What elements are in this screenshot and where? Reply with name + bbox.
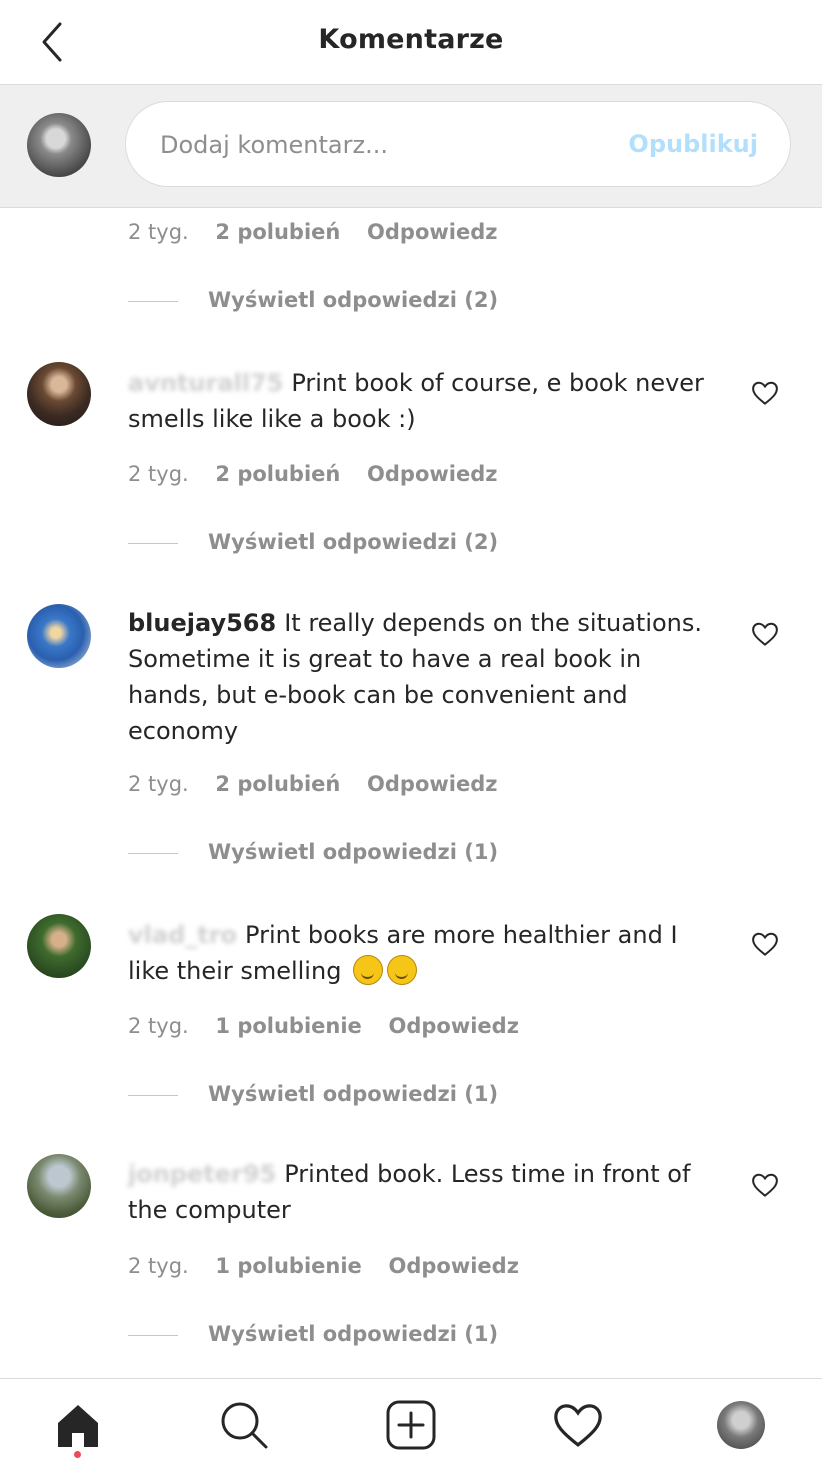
home-icon [58,1405,98,1447]
smiling-emoji-icon [387,955,418,985]
comment-time: 2 tyg. [128,772,189,796]
grinning-emoji-icon [353,955,384,985]
view-replies-label: Wyświetl odpowiedzi (2) [208,530,499,554]
publish-button[interactable]: Opublikuj [628,130,758,158]
heart-icon[interactable] [750,1170,780,1200]
reply-button[interactable]: Odpowiedz [388,1254,518,1278]
reply-button[interactable]: Odpowiedz [367,462,497,486]
comment-time: 2 tyg. [128,1254,189,1278]
view-replies-button[interactable]: Wyświetl odpowiedzi (1) [128,840,498,864]
view-replies-label: Wyświetl odpowiedzi (1) [208,840,499,864]
reply-button[interactable]: Odpowiedz [367,220,497,244]
comment-likes[interactable]: 1 polubienie [215,1014,361,1038]
comment-text: vlad_tro Print books are more healthier a… [128,917,708,989]
comment-time: 2 tyg. [128,462,189,486]
comment-username[interactable]: vlad_tro [128,921,237,949]
comment-likes[interactable]: 1 polubienie [215,1254,361,1278]
avatar[interactable] [27,604,91,668]
comment-text: bluejay568 It really depends on the situa… [128,605,708,749]
view-replies-button[interactable]: Wyświetl odpowiedzi (2) [128,288,498,312]
comment-input[interactable] [158,126,622,164]
nav-search[interactable] [216,1397,272,1453]
comments-list: 2 tyg. 2 polubień Odpowiedz Wyświetl odp… [0,208,822,1378]
view-replies-label: Wyświetl odpowiedzi (1) [208,1082,499,1106]
replies-divider [128,300,178,302]
comment-meta: 2 tyg. 2 polubień Odpowiedz [128,772,518,796]
heart-icon[interactable] [750,929,780,959]
new-post-icon [386,1400,436,1450]
nav-home[interactable] [50,1397,106,1453]
nav-new-post[interactable] [383,1397,439,1453]
header: Komentarze [0,0,822,85]
view-replies-label: Wyświetl odpowiedzi (1) [208,1322,499,1346]
replies-divider [128,852,178,854]
reply-button[interactable]: Odpowiedz [367,772,497,796]
comment-likes[interactable]: 2 polubień [215,772,340,796]
replies-divider [128,1334,178,1336]
comment-username[interactable]: jonpeter95 [128,1160,276,1188]
avatar[interactable] [27,914,91,978]
comment-likes[interactable]: 2 polubień [215,462,340,486]
search-icon [221,1402,268,1449]
comment-time: 2 tyg. [128,1014,189,1038]
profile-avatar[interactable] [717,1401,765,1449]
view-replies-label: Wyświetl odpowiedzi (2) [208,288,499,312]
view-replies-button[interactable]: Wyświetl odpowiedzi (2) [128,530,498,554]
comment-meta: 2 tyg. 1 polubienie Odpowiedz [128,1014,539,1038]
reply-button[interactable]: Odpowiedz [388,1014,518,1038]
comment-username[interactable]: bluejay568 [128,609,276,637]
comment-time: 2 tyg. [128,220,189,244]
comment-text: avnturall75 Print book of course, e book … [128,365,708,437]
nav-activity[interactable] [550,1397,606,1453]
comment-box[interactable]: Opublikuj [125,101,791,187]
replies-divider [128,542,178,544]
comment-meta: 2 tyg. 1 polubienie Odpowiedz [128,1254,539,1278]
view-replies-button[interactable]: Wyświetl odpowiedzi (1) [128,1322,498,1346]
comment-text: jonpeter95 Printed book. Less time in fro… [128,1156,708,1228]
bottom-nav [0,1378,822,1469]
page-title: Komentarze [318,24,504,55]
current-user-avatar [27,113,91,177]
heart-icon[interactable] [750,378,780,408]
comment-meta: 2 tyg. 2 polubień Odpowiedz [128,462,518,486]
comment-likes[interactable]: 2 polubień [215,220,340,244]
heart-icon[interactable] [750,619,780,649]
replies-divider [128,1094,178,1096]
avatar[interactable] [27,1154,91,1218]
comment-username[interactable]: avnturall75 [128,369,283,397]
comment-meta: 2 tyg. 2 polubień Odpowiedz [128,220,518,244]
activity-heart-icon [554,1404,602,1447]
view-replies-button[interactable]: Wyświetl odpowiedzi (1) [128,1082,498,1106]
avatar[interactable] [27,362,91,426]
notification-dot [74,1451,81,1458]
